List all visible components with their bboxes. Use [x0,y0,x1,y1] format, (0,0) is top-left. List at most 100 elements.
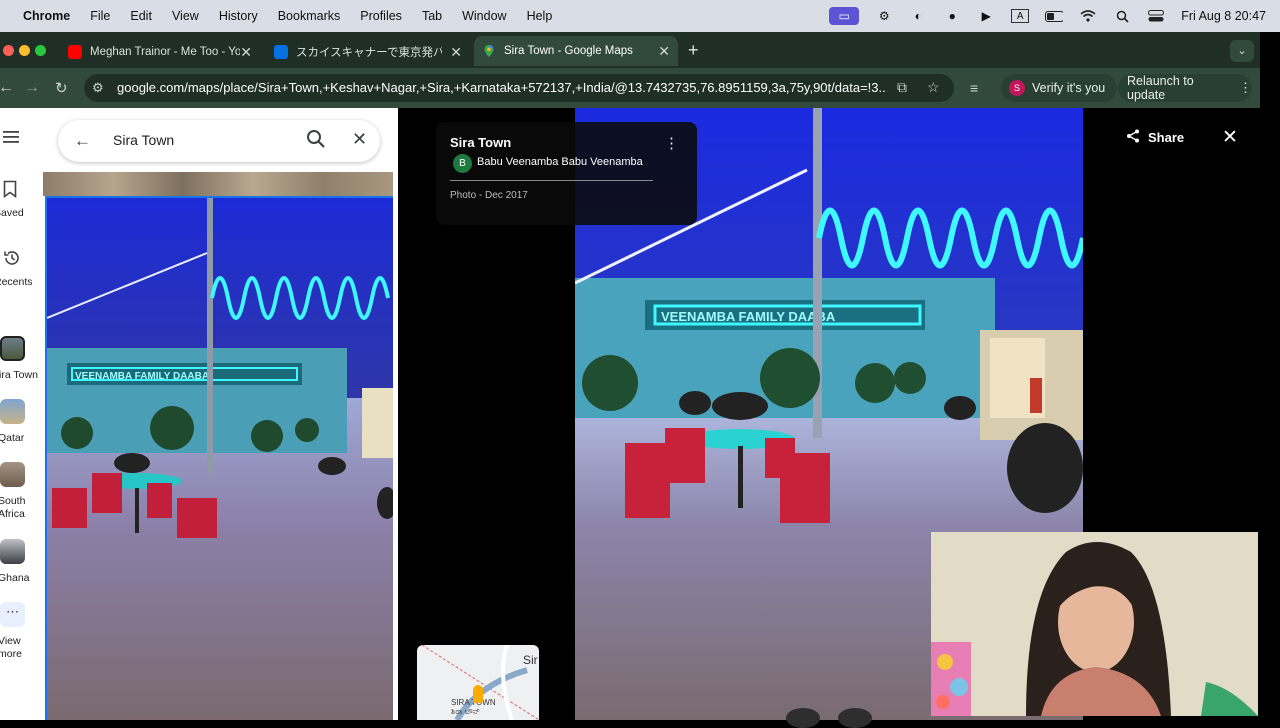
menu-edit[interactable]: Edit [130,9,152,23]
maps-search-box[interactable]: ← Sira Town ✕ [58,120,380,162]
spotlight-search-icon[interactable] [1113,9,1131,23]
shop-sign-text: VEENAMBA FAMILY DAABA [75,371,209,382]
divider [450,180,653,181]
reading-list-icon[interactable]: ≡ [970,80,978,96]
rail-recents[interactable]: Recents [0,249,43,289]
minimap-edge-label: Sir [523,653,538,667]
photo-author[interactable]: Babu Veenamba Babu Veenamba [477,156,643,168]
battery-icon[interactable] [1045,9,1064,23]
relaunch-label: Relaunch to update [1127,74,1194,102]
rail-recents-label: Recents [0,276,33,288]
forward-icon[interactable]: → [24,79,40,97]
webcam-overlay [931,532,1258,716]
maps-left-rail: Saved Recents Sira Town Qatar South Afri… [0,108,43,720]
menu-help[interactable]: Help [527,9,553,23]
wifi-icon[interactable] [1079,9,1097,23]
menu-history[interactable]: History [219,9,258,23]
hamburger-menu-icon[interactable] [3,130,19,149]
rail-place-label: South Africa [0,495,26,520]
zoom-window-icon[interactable] [35,45,46,56]
rail-place-label: Sira Town [0,369,38,381]
tab-youtube[interactable]: Meghan Trainor - Me Too - Yo ✕ [60,38,260,66]
back-icon[interactable]: ← [0,79,14,97]
photo-strip-thumbnails[interactable] [43,172,393,196]
close-tab-icon[interactable]: ✕ [450,44,462,61]
teams-icon[interactable]: ⚙ [875,9,893,23]
tab-search-chevron-icon[interactable]: ⌄ [1230,40,1254,62]
menu-chrome[interactable]: Chrome [23,9,70,23]
tab-google-maps[interactable]: Sira Town - Google Maps ✕ [474,36,678,66]
more-menu-icon[interactable]: ⋮ [1239,80,1252,96]
place-hero-photo[interactable]: VEENAMBA FAMILY DAABA [45,196,393,720]
author-avatar[interactable]: B [453,154,472,173]
place-thumbnail [0,539,25,564]
rail-view-more[interactable]: ⋯ View more [0,602,43,662]
search-input[interactable]: Sira Town [113,132,174,148]
rail-view-more-label: View more [0,635,22,660]
bookmark-star-icon[interactable]: ☆ [927,79,940,96]
share-icon [1126,129,1140,146]
more-dots-icon: ⋯ [0,602,25,627]
bookmark-icon [3,180,17,203]
url-text[interactable]: google.com/maps/place/Sira+Town,+Keshav+… [117,80,887,95]
menu-profiles[interactable]: Profiles [360,9,402,23]
menu-file[interactable]: File [90,9,110,23]
reload-icon[interactable]: ↻ [55,79,68,97]
photo-options-icon[interactable]: ⋮ [664,134,679,152]
close-viewer-icon[interactable]: ✕ [1222,126,1238,149]
tab-title: スカイスキャナーで東京発バンコク [296,47,442,59]
photo-place-name[interactable]: Sira Town [450,135,511,150]
place-thumbnail [0,336,25,361]
photo-info-card: Sira Town ⋮ B Babu Veenamba Babu Veenamb… [436,122,697,225]
rail-saved-label: Saved [0,207,24,219]
contrast-icon[interactable]: ◐ [909,9,927,23]
menubar-datetime[interactable]: Fri Aug 8 20:47 [1181,9,1266,23]
menu-tab[interactable]: Tab [422,9,442,23]
maps-pin-icon [482,44,496,58]
keyboard-input-icon[interactable]: A [1011,9,1030,23]
messenger-icon[interactable]: ● [943,9,961,23]
tab-title: Meghan Trainor - Me Too - Yo [90,46,240,58]
rail-place-label: Ghana [0,572,30,584]
menu-view[interactable]: View [172,9,199,23]
play-icon[interactable]: ▶ [977,9,995,23]
close-tab-icon[interactable]: ✕ [240,44,252,61]
place-thumbnail [0,399,25,424]
verify-identity-button[interactable]: S Verify it's you [1001,74,1118,102]
profile-avatar: S [1009,80,1025,96]
search-icon[interactable] [306,129,326,154]
rail-recent-qatar[interactable]: Qatar [0,399,43,445]
skyscanner-icon [274,45,288,59]
mini-map[interactable]: SIRA TOWN ಶಿರಾ ಟೌನ್ Sir [417,645,539,720]
screen-share-icon[interactable]: ▭ [829,7,860,25]
next-photo-handle[interactable] [838,708,872,728]
rail-saved[interactable]: Saved [0,180,43,220]
close-window-icon[interactable] [3,45,14,56]
address-bar[interactable]: ⚙ google.com/maps/place/Sira+Town,+Kesha… [84,74,954,102]
history-icon [3,249,21,272]
prev-photo-handle[interactable] [786,708,820,728]
rail-recent-ghana[interactable]: Ghana [0,539,43,585]
site-info-icon[interactable]: ⚙ [92,80,104,96]
relaunch-button[interactable]: Relaunch to update ⋮ [1118,74,1252,102]
rail-recent-sira-town[interactable]: Sira Town [0,336,43,382]
youtube-icon [68,45,82,59]
clear-search-icon[interactable]: ✕ [352,129,367,150]
macos-menubar: Chrome File Edit View History Bookmarks … [0,0,1280,32]
pegman-icon[interactable] [473,685,483,703]
install-app-icon[interactable]: ⧉ [897,79,907,96]
menu-bookmarks[interactable]: Bookmarks [278,9,341,23]
control-center-icon[interactable] [1147,9,1165,23]
share-label: Share [1148,130,1185,145]
tab-skyscanner[interactable]: スカイスキャナーで東京発バンコク ✕ [266,38,470,66]
photo-date: Photo - Dec 2017 [450,190,528,201]
back-arrow-icon[interactable]: ← [74,131,91,151]
shop-sign-text: VEENAMBA FAMILY DAABA [661,309,836,324]
minimize-window-icon[interactable] [19,45,30,56]
rail-recent-south-africa[interactable]: South Africa [0,462,43,522]
verify-label: Verify it's you [1032,81,1106,95]
close-tab-icon[interactable]: ✕ [658,43,670,60]
menu-window[interactable]: Window [462,9,506,23]
share-button[interactable]: Share [1126,129,1184,146]
new-tab-icon[interactable]: + [688,40,699,61]
